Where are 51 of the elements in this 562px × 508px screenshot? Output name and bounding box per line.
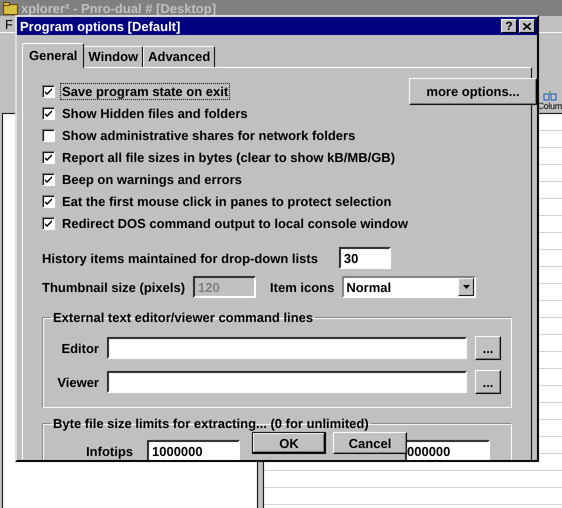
checkbox-label[interactable]: Report all file sizes in bytes (clear to show kB/MB/GB) — [61, 150, 396, 164]
checkmark-icon — [44, 108, 53, 118]
checkbox[interactable] — [42, 216, 55, 230]
checkbox[interactable] — [42, 150, 55, 164]
input-field[interactable] — [107, 371, 467, 393]
input-field[interactable] — [107, 337, 467, 359]
item-icons-dropdown[interactable]: Normal — [342, 276, 476, 298]
dialog-button[interactable]: OK — [252, 432, 326, 454]
app-icon — [3, 2, 18, 14]
checkmark-icon — [44, 218, 53, 228]
field-label: Infotips — [85, 444, 133, 458]
history-input[interactable]: 30 — [338, 247, 391, 269]
group-title: Byte file size limits for extracting... (0 for unlimited) — [52, 416, 370, 431]
window-title: xplorer² - Pnro-dual # [Desktop] — [21, 0, 216, 16]
field-label: Viewer — [56, 374, 99, 390]
checkmark-icon — [44, 196, 53, 206]
checkmark-icon — [44, 86, 53, 96]
menu-item[interactable]: F — [5, 16, 13, 32]
checkbox[interactable] — [42, 84, 55, 98]
checkbox[interactable] — [42, 194, 55, 208]
more-options-button[interactable]: more options... — [408, 78, 537, 105]
dialog-button[interactable]: Cancel — [333, 432, 407, 454]
checkbox-label[interactable]: Beep on warnings and errors — [61, 172, 243, 186]
close-icon[interactable] — [523, 22, 531, 30]
dropdown-arrow-icon[interactable] — [462, 285, 470, 289]
dialog-title: Program options [Default] — [20, 18, 182, 34]
browse-button[interactable]: ... — [475, 336, 501, 360]
checkmark-icon — [44, 152, 53, 162]
checkbox[interactable] — [42, 128, 55, 142]
tab[interactable]: Window — [83, 46, 144, 67]
checkbox[interactable] — [42, 106, 55, 120]
input-field[interactable]: 1000000 — [147, 440, 240, 460]
checkbox-label[interactable]: Show Hidden files and folders — [61, 106, 249, 120]
checkmark-icon — [44, 174, 53, 184]
thumbnail-label: Thumbnail size (pixels) — [42, 280, 186, 294]
help-button[interactable]: ? — [501, 19, 517, 33]
close-button[interactable] — [519, 19, 535, 33]
history-label: History items maintained for drop-down lists — [42, 250, 318, 266]
browse-button[interactable]: ... — [475, 370, 501, 394]
tab[interactable]: General — [22, 43, 84, 68]
checkbox-label[interactable]: Save program state on exit — [61, 84, 230, 98]
input-field[interactable]: 000000 — [405, 440, 490, 460]
columns-icon[interactable] — [542, 91, 557, 101]
checkbox-label[interactable]: Redirect DOS command output to local console window — [61, 216, 409, 230]
group-title: External text editor/viewer command lines — [52, 310, 314, 325]
item-icons-label: Item icons — [270, 280, 334, 294]
checkbox-label[interactable]: Show administrative shares for network folders — [61, 128, 356, 142]
tab[interactable]: Advanced — [143, 46, 216, 67]
checkbox[interactable] — [42, 172, 55, 186]
field-label: Editor — [60, 340, 99, 356]
checkbox-label[interactable]: Eat the first mouse click in panes to protect selection — [61, 194, 392, 208]
